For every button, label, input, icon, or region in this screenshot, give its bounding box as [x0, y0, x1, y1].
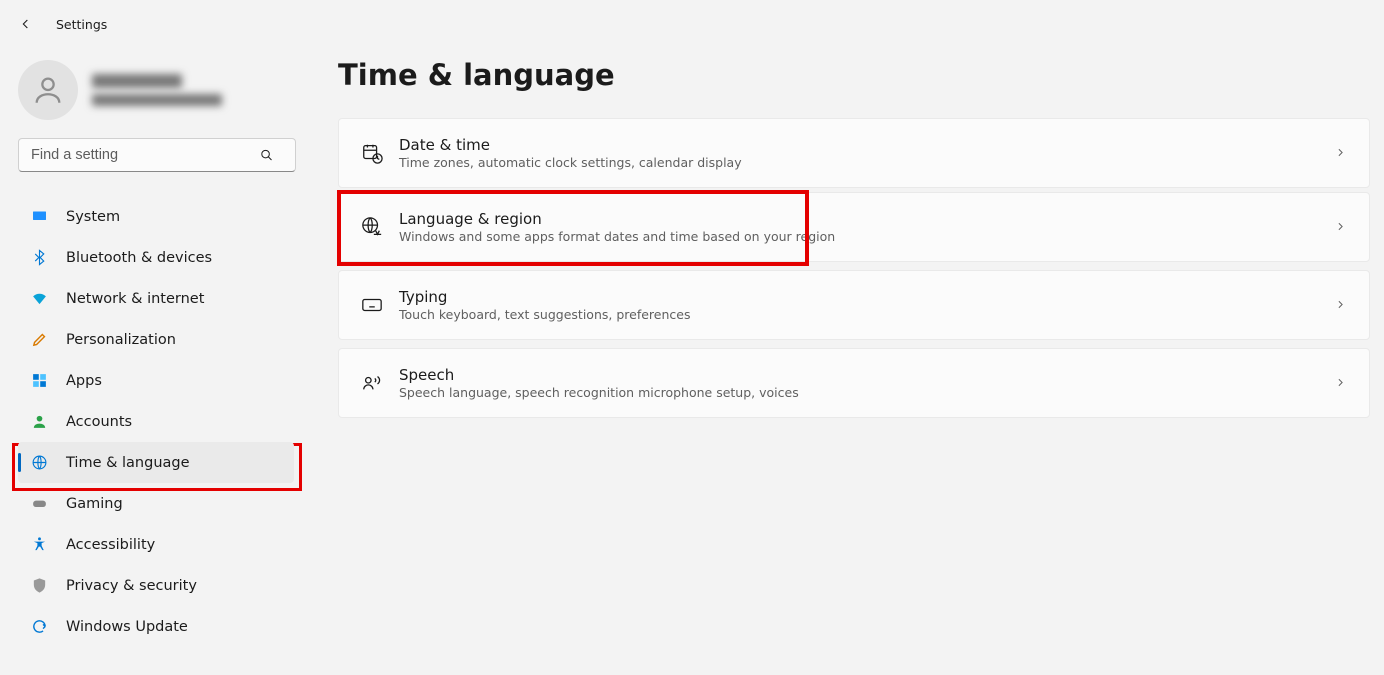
bluetooth-icon — [30, 249, 48, 267]
card-date-time[interactable]: Date & time Time zones, automatic clock … — [338, 118, 1370, 188]
card-title: Typing — [399, 288, 690, 306]
sidebar-item-label: Bluetooth & devices — [66, 250, 212, 266]
wifi-icon — [30, 290, 48, 308]
sidebar-item-accounts[interactable]: Accounts — [18, 401, 294, 442]
sidebar-item-label: Privacy & security — [66, 578, 197, 594]
window-title: Settings — [56, 17, 107, 32]
sidebar-item-label: Accounts — [66, 414, 132, 430]
card-subtitle: Touch keyboard, text suggestions, prefer… — [399, 307, 690, 322]
speech-icon — [357, 372, 387, 394]
sidebar-item-gaming[interactable]: Gaming — [18, 483, 294, 524]
sidebar-item-windows-update[interactable]: Windows Update — [18, 606, 294, 647]
calendar-clock-icon — [357, 142, 387, 164]
card-title: Date & time — [399, 136, 742, 154]
card-title: Speech — [399, 366, 799, 384]
display-icon — [30, 208, 48, 226]
sidebar-item-accessibility[interactable]: Accessibility — [18, 524, 294, 565]
card-title: Language & region — [399, 210, 835, 228]
keyboard-icon — [357, 294, 387, 316]
page-title: Time & language — [338, 58, 1370, 92]
sidebar-item-apps[interactable]: Apps — [18, 360, 294, 401]
chevron-right-icon — [1334, 374, 1347, 393]
sidebar-item-label: Time & language — [66, 455, 190, 471]
main-content: Time & language Date & time Time zones, … — [310, 48, 1384, 647]
apps-icon — [30, 372, 48, 390]
card-typing[interactable]: Typing Touch keyboard, text suggestions,… — [338, 270, 1370, 340]
search-icon — [259, 148, 274, 163]
gamepad-icon — [30, 495, 48, 513]
accessibility-icon — [30, 536, 48, 554]
sidebar-item-network[interactable]: Network & internet — [18, 278, 294, 319]
update-icon — [30, 618, 48, 636]
user-account-row[interactable]: ████ █████ ████████@███████ — [18, 60, 294, 120]
sidebar-item-label: System — [66, 209, 120, 225]
sidebar-item-bluetooth[interactable]: Bluetooth & devices — [18, 237, 294, 278]
sidebar-item-label: Gaming — [66, 496, 123, 512]
card-subtitle: Windows and some apps format dates and t… — [399, 229, 835, 244]
chevron-right-icon — [1334, 144, 1347, 163]
sidebar-item-label: Windows Update — [66, 619, 188, 635]
sidebar-item-privacy[interactable]: Privacy & security — [18, 565, 294, 606]
card-subtitle: Speech language, speech recognition micr… — [399, 385, 799, 400]
brush-icon — [30, 331, 48, 349]
sidebar-item-label: Accessibility — [66, 537, 155, 553]
sidebar-item-label: Network & internet — [66, 291, 204, 307]
user-name: ████ █████ — [92, 74, 182, 88]
sidebar-item-personalization[interactable]: Personalization — [18, 319, 294, 360]
card-speech[interactable]: Speech Speech language, speech recogniti… — [338, 348, 1370, 418]
sidebar-item-system[interactable]: System — [18, 196, 294, 237]
user-email: ████████@███████ — [92, 94, 222, 106]
sidebar-item-label: Personalization — [66, 332, 176, 348]
search-input[interactable] — [18, 138, 296, 172]
chevron-right-icon — [1334, 296, 1347, 315]
globe-clock-icon — [30, 454, 48, 472]
card-language-region[interactable]: Language & region Windows and some apps … — [338, 192, 1370, 262]
avatar — [18, 60, 78, 120]
sidebar: ████ █████ ████████@███████ System Bluet… — [0, 48, 310, 647]
globe-language-icon — [357, 216, 387, 238]
back-button[interactable] — [18, 16, 34, 32]
card-subtitle: Time zones, automatic clock settings, ca… — [399, 155, 742, 170]
shield-icon — [30, 577, 48, 595]
sidebar-item-label: Apps — [66, 373, 102, 389]
chevron-right-icon — [1334, 218, 1347, 237]
nav: System Bluetooth & devices Network & int… — [18, 196, 294, 647]
sidebar-item-time-language[interactable]: Time & language — [18, 442, 294, 483]
person-icon — [30, 413, 48, 431]
